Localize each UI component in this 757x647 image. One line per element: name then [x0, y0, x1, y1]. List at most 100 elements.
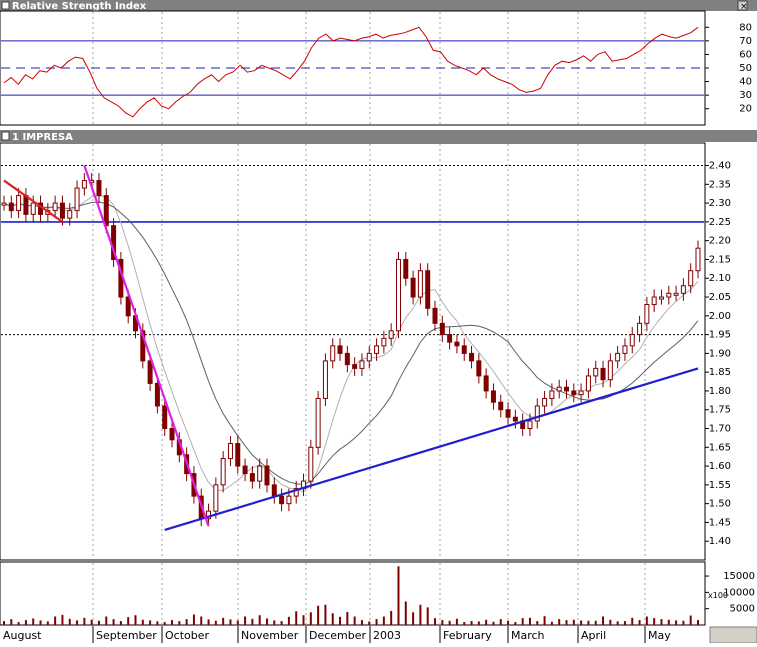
volume-tick-label: 15000: [723, 571, 755, 582]
volume-bar: [178, 621, 181, 625]
volume-bar: [46, 621, 49, 625]
volume-bar: [258, 615, 261, 625]
volume-bar: [368, 621, 371, 625]
volume-bar: [97, 620, 100, 625]
candle-body: [227, 443, 233, 460]
month-label: November: [241, 629, 299, 642]
candle-body: [600, 367, 606, 381]
volume-bar: [667, 619, 670, 625]
price-tick-label: 2.25: [709, 217, 731, 228]
candle-body: [257, 465, 263, 482]
volume-bar: [141, 619, 144, 625]
volume-bar: [156, 621, 159, 625]
volume-bar: [390, 610, 393, 625]
rsi-tick-label: 50: [739, 63, 752, 74]
volume-bar: [39, 620, 42, 625]
month-label: April: [581, 629, 606, 642]
volume-bar: [543, 616, 546, 625]
price-tick-label: 2.05: [709, 292, 731, 303]
volume-tick-label: 5000: [730, 604, 755, 615]
candle-body: [308, 446, 314, 482]
volume-bar: [54, 616, 57, 625]
volume-bar: [273, 620, 276, 625]
scroll-thumb[interactable]: [709, 626, 757, 644]
volume-bar: [565, 620, 568, 625]
candle-body: [315, 397, 321, 448]
volume-bar: [360, 620, 363, 625]
rsi-tick-label: 60: [739, 49, 752, 60]
candle-body: [162, 405, 168, 430]
volume-bar: [492, 621, 495, 625]
volume-bar: [653, 618, 656, 625]
volume-bar: [675, 620, 678, 625]
volume-bar: [470, 621, 473, 625]
candle-body: [673, 292, 679, 296]
volume-bar: [185, 619, 188, 625]
rsi-panel-icon[interactable]: [1, 1, 10, 10]
volume-bar: [426, 607, 429, 625]
candle-body: [564, 386, 570, 392]
x-axis: August September October November December 20…: [0, 626, 757, 644]
price-tick-label: 2.10: [709, 273, 731, 284]
volume-plot-area: [0, 561, 706, 626]
candle-body: [322, 360, 328, 399]
volume-bar: [528, 617, 531, 625]
candle-body: [556, 386, 562, 392]
volume-bar: [287, 616, 290, 625]
volume-bar: [536, 621, 539, 625]
candle-body: [344, 352, 350, 366]
price-panel-icon[interactable]: [1, 131, 10, 141]
candle-body: [417, 270, 423, 298]
volume-bar: [507, 620, 510, 625]
month-label: February: [443, 629, 492, 642]
rsi-title: Relative Strength Index: [12, 1, 147, 12]
month-label: May: [648, 629, 671, 642]
volume-bar: [587, 620, 590, 625]
price-tick-label: 2.15: [709, 254, 731, 265]
volume-bar: [580, 620, 583, 625]
volume-bar: [382, 616, 385, 625]
candle-body: [59, 202, 65, 219]
candle-body: [410, 277, 416, 298]
candle-body: [81, 180, 87, 189]
month-label: December: [309, 629, 367, 642]
candle-body: [622, 345, 628, 354]
volume-bar: [375, 619, 378, 625]
candle-body: [571, 390, 577, 396]
candle-body: [286, 495, 292, 505]
price-title-bar[interactable]: [0, 130, 757, 142]
candle-body: [74, 187, 80, 212]
candle-body: [264, 465, 270, 486]
volume-bar: [317, 605, 320, 625]
candle-body: [578, 390, 584, 396]
volume-bar: [609, 619, 612, 625]
candle-body: [615, 352, 621, 362]
volume-bar: [90, 619, 93, 625]
volume-bar: [331, 613, 334, 625]
volume-bar: [17, 622, 20, 625]
candle-body: [593, 367, 599, 377]
candle-body: [658, 296, 664, 300]
candle-body: [512, 416, 518, 422]
volume-bar: [412, 612, 415, 625]
candle-body: [403, 258, 409, 279]
volume-bar: [477, 621, 480, 625]
volume-bar: [149, 620, 152, 625]
volume-bar: [404, 601, 407, 625]
volume-bar: [134, 615, 137, 625]
volume-bar: [61, 614, 64, 625]
candle-body: [67, 210, 73, 219]
rsi-panel: Relative Strength Index × 20 30 40 50 60 70 80: [0, 0, 757, 126]
price-panel: 1 IMPRESA 1.401.451.501.551.601.651.701.…: [0, 130, 757, 561]
rsi-axis: 20 30 40 50 60 70 80: [705, 22, 752, 115]
volume-panel: 50001000015000 x100: [0, 561, 755, 626]
volume-bar: [309, 612, 312, 625]
candle-body: [279, 495, 285, 505]
volume-bar: [163, 622, 166, 625]
volume-bar: [623, 621, 626, 625]
candle-body: [680, 285, 686, 294]
candle-body: [695, 247, 701, 272]
candle-body: [447, 334, 453, 343]
volume-bar: [645, 616, 648, 625]
chart-svg: Relative Strength Index × 20 30 40 50 60 70 80…: [0, 0, 757, 644]
